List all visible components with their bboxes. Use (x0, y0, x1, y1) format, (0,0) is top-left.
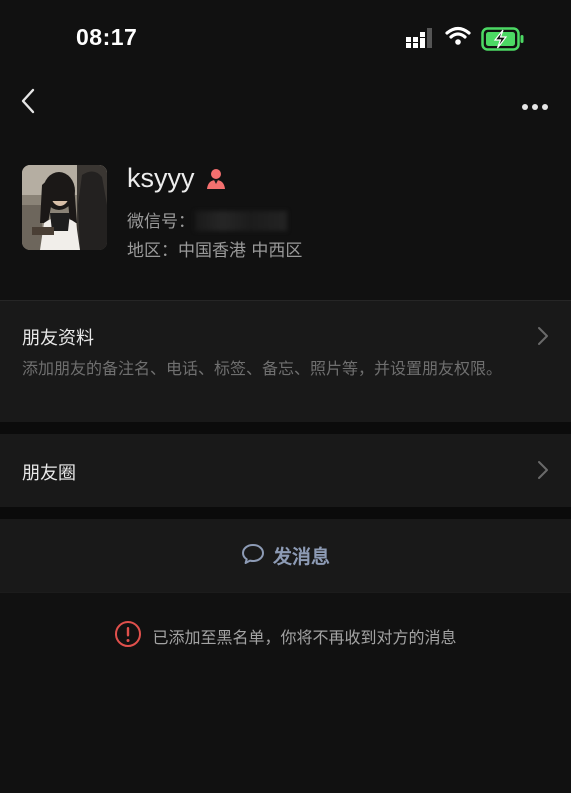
send-message-content: 发消息 (241, 542, 330, 569)
status-time: 08:17 (76, 24, 138, 50)
name-row: ksyyy (127, 163, 227, 194)
friend-info-cell[interactable]: 朋友资料 添加朋友的备注名、电话、标签、备忘、照片等，并设置朋友权限。 (0, 301, 571, 422)
female-icon (205, 168, 227, 194)
chevron-right-icon (537, 326, 549, 350)
send-message-button[interactable]: 发消息 (0, 519, 571, 592)
status-bar: 08:17 (0, 0, 571, 78)
contact-name: ksyyy (127, 163, 195, 193)
blacklist-notice-text: 已添加至黑名单，你将不再收到对方的消息 (152, 628, 457, 647)
friend-info-title: 朋友资料 (22, 328, 94, 349)
friend-info-description: 添加朋友的备注名、电话、标签、备忘、照片等，并设置朋友权限。 (22, 359, 503, 378)
battery-charging-icon (481, 27, 525, 55)
chat-bubble-icon (241, 543, 265, 569)
contact-profile-screen: 08:17 ksyyy 微信号： 地区：中国香港 中西区 朋友资料 添加朋友的备… (0, 0, 571, 793)
signal-icon (406, 28, 436, 52)
send-message-label: 发消息 (272, 546, 330, 568)
section-gap (0, 422, 571, 434)
ellipsis-icon[interactable] (521, 96, 549, 115)
chevron-left-icon[interactable] (18, 88, 40, 118)
wifi-icon (445, 26, 471, 50)
blacklist-notice: 已添加至黑名单，你将不再收到对方的消息 (0, 620, 571, 652)
wechat-id-redacted (195, 211, 287, 231)
wechat-id-label: 微信号： (127, 212, 195, 232)
nav-bar (0, 78, 571, 124)
wechat-id-row: 微信号： (127, 207, 287, 232)
warning-circle-icon (114, 620, 142, 652)
moments-cell[interactable]: 朋友圈 (0, 434, 571, 507)
chevron-right-icon (537, 460, 549, 484)
divider (0, 592, 571, 593)
profile-header: ksyyy 微信号： 地区：中国香港 中西区 (0, 160, 571, 300)
moments-title: 朋友圈 (22, 463, 76, 484)
region-text: 地区：中国香港 中西区 (127, 241, 303, 261)
avatar[interactable] (22, 165, 107, 250)
section-gap (0, 507, 571, 519)
